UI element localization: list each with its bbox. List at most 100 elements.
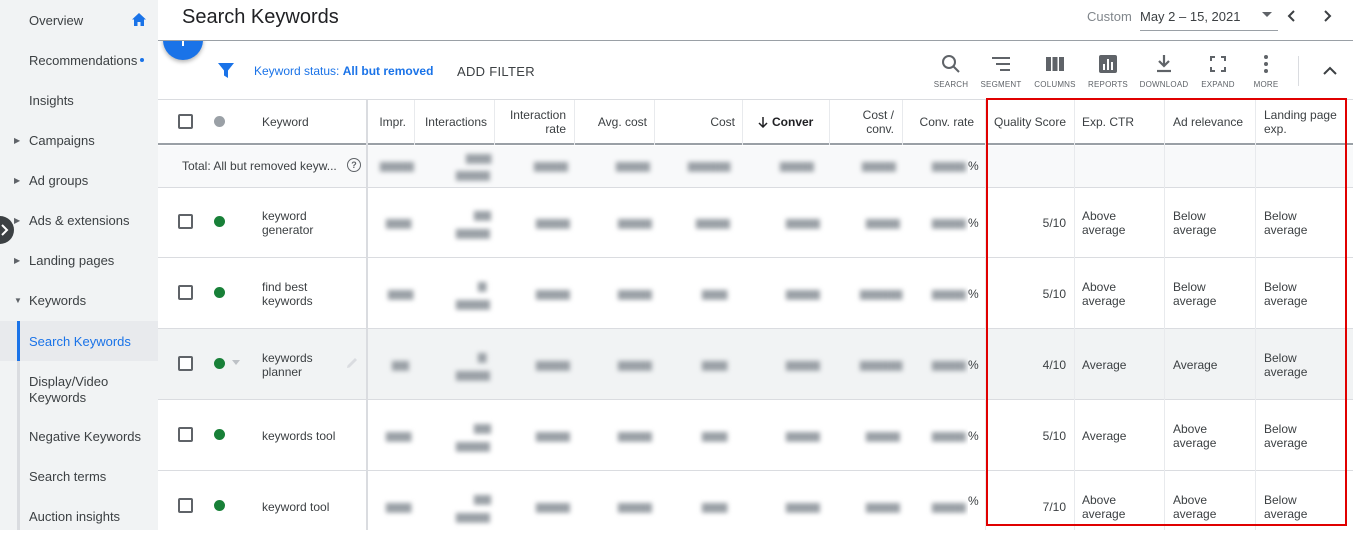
column-header-conv-rate[interactable]: Conv. rate — [905, 99, 974, 145]
row-checkbox[interactable] — [178, 356, 193, 371]
value-line: average — [1173, 435, 1217, 450]
column-header-interaction-rate[interactable]: Interaction rate — [494, 99, 566, 145]
sidebar-item-ads-extensions[interactable]: ▶ Ads & extensions — [0, 200, 158, 240]
row-checkbox[interactable] — [178, 214, 193, 229]
chevron-right-icon[interactable] — [1319, 8, 1335, 24]
sidebar-item-auction-insights[interactable]: Auction insights — [0, 496, 158, 536]
exp-ctr-value: Above average — [1082, 187, 1125, 258]
column-header-landing-page-exp[interactable]: Landing page exp. — [1264, 99, 1348, 145]
caret-down-icon[interactable] — [232, 360, 240, 366]
column-header-exp-ctr[interactable]: Exp. CTR — [1082, 99, 1162, 145]
reports-tool-button[interactable]: REPORTS — [1083, 54, 1133, 89]
value-line: average — [1173, 293, 1217, 308]
value-lines: Below average — [1173, 280, 1216, 308]
sidebar-item-campaigns[interactable]: ▶ Campaigns — [0, 120, 158, 160]
row-checkbox[interactable] — [178, 498, 193, 513]
sidebar-item-negative-keywords[interactable]: Negative Keywords — [0, 416, 158, 456]
value-line: Above — [1082, 279, 1117, 294]
keyword-lines: find best keywords — [262, 280, 313, 308]
status-enabled-icon[interactable] — [214, 358, 225, 369]
sidebar-item-landing-pages[interactable]: ▶ Landing pages — [0, 240, 158, 280]
conv-rate-suffix: % — [968, 357, 979, 372]
row-checkbox[interactable] — [178, 285, 193, 300]
sidebar-item-label: Ads & extensions — [29, 212, 130, 228]
ad-relevance-value: Above average — [1173, 471, 1216, 542]
sidebar-item-recommendations[interactable]: Recommendations — [0, 40, 158, 80]
add-button[interactable] — [158, 41, 218, 81]
chevron-up-icon[interactable] — [1322, 64, 1338, 76]
column-divider — [574, 100, 575, 145]
column-header-conversions[interactable]: Conver — [757, 99, 827, 145]
column-divider — [1164, 100, 1165, 530]
value-line: average — [1082, 506, 1126, 521]
select-all-checkbox[interactable] — [178, 114, 193, 129]
sidebar-item-keywords[interactable]: ▼ Keywords — [0, 280, 158, 320]
landing-page-exp-value: Below average — [1264, 187, 1307, 258]
download-icon — [1157, 55, 1171, 73]
status-enabled-icon — [214, 287, 225, 298]
label-line-1: Display/Video — [29, 374, 109, 389]
column-divider — [902, 100, 903, 145]
more-tool-button[interactable]: MORE — [1241, 54, 1291, 89]
keyword-text[interactable]: keyword tool — [262, 471, 329, 542]
column-header-ad-relevance[interactable]: Ad relevance — [1173, 99, 1253, 145]
total-conv-rate-suffix: % — [968, 159, 979, 173]
tool-label: EXPAND — [1201, 80, 1235, 89]
sidebar-item-search-keywords[interactable]: Search Keywords — [0, 321, 158, 361]
sidebar-item-label: Search terms — [29, 468, 107, 484]
download-tool-button[interactable]: DOWNLOAD — [1139, 54, 1189, 89]
filter-chip[interactable]: Keyword status: All but removed — [254, 64, 433, 78]
quality-score-value: 7/10 — [1042, 499, 1066, 514]
exp-ctr-value: Average — [1082, 357, 1127, 372]
row-checkbox[interactable] — [178, 427, 193, 442]
exp-ctr-value: Above average — [1082, 258, 1125, 329]
sidebar-item-label: Recommendations — [29, 52, 138, 68]
column-header-cost-conv[interactable]: Cost / conv. — [830, 99, 894, 145]
quality-score-value: 5/10 — [1042, 428, 1066, 443]
value-lines: Above average — [1082, 280, 1125, 308]
sidebar-item-ad-groups[interactable]: ▶ Ad groups — [0, 160, 158, 200]
column-header-avg-cost[interactable]: Avg. cost — [575, 99, 647, 145]
caret-down-icon: ▼ — [14, 295, 22, 305]
segment-tool-button[interactable]: SEGMENT — [976, 54, 1026, 89]
keyword-text[interactable]: keywords planner — [262, 329, 313, 400]
sidebar-item-insights[interactable]: Insights — [0, 80, 158, 120]
label-line-2: Keywords — [29, 390, 87, 405]
caret-down-icon[interactable] — [1262, 12, 1272, 17]
filter-icon[interactable] — [218, 62, 234, 79]
column-header-cost[interactable]: Cost — [655, 99, 735, 145]
header-line: Cost / — [862, 108, 894, 122]
help-icon[interactable]: ? — [347, 158, 361, 172]
notification-dot — [140, 58, 145, 62]
value-line: Below — [1264, 492, 1297, 507]
tool-label: SEARCH — [933, 80, 969, 89]
columns-tool-button[interactable]: COLUMNS — [1030, 54, 1080, 89]
keyword-text[interactable]: keywords tool — [262, 400, 335, 471]
sidebar-item-display-video-keywords[interactable]: Display/Video Keywords — [0, 368, 158, 412]
sidebar-item-label: Ad groups — [29, 172, 89, 188]
keyword-lines: keyword generator — [262, 209, 313, 237]
column-header-quality-score[interactable]: Quality Score — [994, 99, 1074, 145]
column-header-keyword[interactable]: Keyword — [262, 99, 362, 145]
keyword-text[interactable]: keyword generator — [262, 187, 313, 258]
date-range-select[interactable]: May 2 – 15, 2021 — [1140, 9, 1240, 24]
reports-icon — [1099, 55, 1117, 73]
column-header-interactions[interactable]: Interactions — [414, 99, 487, 145]
chevron-left-icon[interactable] — [1284, 8, 1300, 24]
exp-ctr-value: Average — [1082, 428, 1127, 443]
sidebar-item-label: Insights — [29, 92, 74, 108]
column-divider — [1255, 100, 1256, 530]
value-line: Above — [1173, 492, 1208, 507]
edit-pencil-icon[interactable] — [345, 356, 359, 370]
sidebar-item-label: Keywords — [29, 292, 87, 308]
add-filter-button[interactable]: ADD FILTER — [457, 64, 535, 79]
keyword-text[interactable]: find best keywords — [262, 258, 313, 329]
sidebar-item-search-terms[interactable]: Search terms — [0, 456, 158, 496]
conv-rate-suffix: % — [968, 428, 979, 443]
search-tool-button[interactable]: SEARCH — [926, 54, 976, 89]
status-enabled-icon — [214, 500, 225, 511]
expand-tool-button[interactable]: EXPAND — [1193, 54, 1243, 89]
value-line: Below — [1264, 421, 1297, 436]
column-header-impr[interactable]: Impr. — [366, 99, 406, 145]
column-divider — [1074, 100, 1075, 530]
